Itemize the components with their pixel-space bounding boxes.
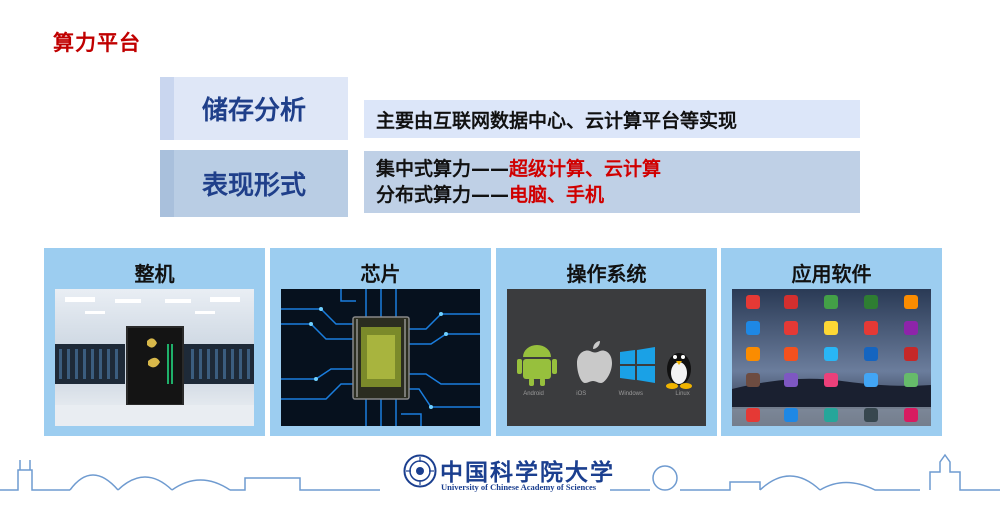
card-apps-title: 应用软件	[791, 262, 872, 286]
chip-circuit-photo	[281, 289, 480, 426]
card-machine: 整机	[44, 248, 265, 436]
manifestation-label-box: 表现形式	[160, 150, 348, 217]
ucas-emblem-icon	[403, 454, 437, 488]
centralized-compute-prefix: 集中式算力——	[376, 158, 510, 180]
centralized-compute-highlight: 超级计算、云计算	[509, 158, 662, 180]
card-os: 操作系统 Android iOS Windows Linux	[496, 248, 717, 436]
card-machine-title: 整机	[134, 262, 175, 286]
label-accent-bar	[160, 150, 174, 217]
supercomputer-photo	[55, 289, 254, 426]
distributed-compute-prefix: 分布式算力——	[376, 184, 510, 206]
card-chip-title: 芯片	[360, 262, 401, 286]
app-grid-photo	[732, 289, 931, 426]
manifestation-label: 表现形式	[201, 171, 306, 201]
storage-analysis-value: 主要由互联网数据中心、云计算平台等实现	[376, 109, 738, 132]
ucas-logo-en: University of Chinese Academy of Science…	[441, 482, 597, 492]
os-label-linux: Linux	[675, 391, 690, 397]
slide-title: 算力平台	[53, 31, 141, 55]
storage-analysis-label: 储存分析	[201, 96, 306, 126]
centralized-compute-line: 集中式算力——超级计算、云计算	[376, 156, 860, 182]
label-accent-bar	[160, 77, 174, 140]
os-logos-panel: Android iOS Windows Linux	[507, 289, 706, 426]
os-label-ios: iOS	[576, 391, 587, 397]
distributed-compute-highlight: 电脑、手机	[509, 184, 605, 206]
os-label-windows: Windows	[618, 391, 644, 397]
storage-analysis-label-box: 储存分析	[160, 77, 348, 140]
storage-analysis-value-box: 主要由互联网数据中心、云计算平台等实现	[364, 100, 860, 138]
distributed-compute-line: 分布式算力——电脑、手机	[376, 182, 860, 208]
os-label-android: Android	[523, 391, 544, 397]
card-chip: 芯片	[270, 248, 491, 436]
card-apps: 应用软件	[721, 248, 942, 436]
manifestation-value-box: 集中式算力——超级计算、云计算 分布式算力——电脑、手机	[364, 151, 860, 213]
card-os-title: 操作系统	[566, 262, 647, 286]
